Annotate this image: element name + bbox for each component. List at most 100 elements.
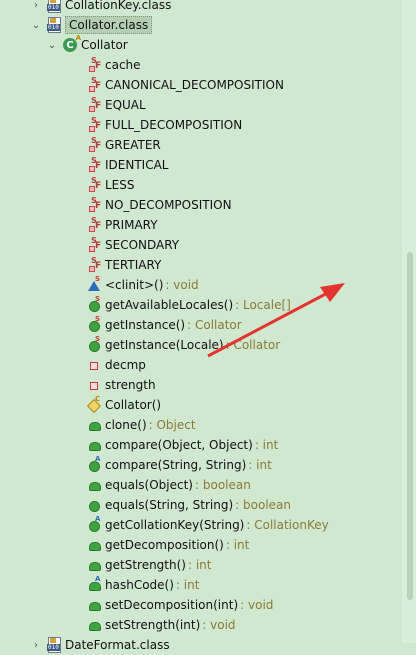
tree-node-collator-type[interactable]: ⌄ CA Collator	[0, 34, 402, 55]
tree-node-member[interactable]: getStrength(): int	[0, 555, 402, 575]
protected-method-icon	[86, 557, 102, 573]
member-name: Collator()	[105, 398, 162, 412]
tree-node-field[interactable]: S F LESS	[0, 175, 402, 195]
tree-node-member[interactable]: AhashCode(): int	[0, 575, 402, 595]
member-type: : Collator	[225, 338, 281, 352]
protected-method-icon	[86, 597, 102, 613]
static-final-field-icon: SF	[89, 256, 102, 272]
member-type: : int	[248, 458, 272, 472]
node-label: IDENTICAL	[105, 158, 169, 172]
static-final-field-icon: SF	[89, 236, 102, 252]
tree-node-member[interactable]: setDecomposition(int): void	[0, 595, 402, 615]
tree-node-member[interactable]: S <clinit>(): void	[0, 275, 402, 295]
member-name: equals(Object)	[105, 478, 193, 492]
member-name: <clinit>()	[105, 278, 164, 292]
member-name: getDecomposition()	[105, 538, 224, 552]
member-type: : CollationKey	[246, 518, 329, 532]
tree-node-field[interactable]: S Fcache	[0, 55, 402, 75]
outline-tree: › 010 CollationKey.class ⌄ 010 Collator.…	[0, 0, 402, 655]
node-label: CollationKey.class	[65, 0, 172, 12]
vertical-scrollbar[interactable]	[402, 0, 416, 643]
private-field-icon	[86, 357, 102, 373]
member-name: setStrength(int)	[105, 618, 201, 632]
node-label: cache	[105, 58, 141, 72]
node-label: CANONICAL_DECOMPOSITION	[105, 78, 284, 92]
tree-node-field[interactable]: S F SECONDARY	[0, 235, 402, 255]
member-type: : void	[202, 618, 236, 632]
member-type: : Object	[148, 418, 196, 432]
tree-node-member[interactable]: decmp	[0, 355, 402, 375]
static-final-field-icon: SF	[89, 96, 102, 112]
tree-node-member[interactable]: SgetAvailableLocales(): Locale[]	[0, 295, 402, 315]
tree-node-member[interactable]: SgetInstance(Locale): Collator	[0, 335, 402, 355]
abstract-method-icon: A	[86, 575, 102, 593]
static-initializer-icon: S	[86, 275, 102, 293]
tree-node-member[interactable]: Acompare(String, String): int	[0, 455, 402, 475]
protected-method-icon	[86, 537, 102, 553]
node-label: GREATER	[105, 138, 161, 152]
tree-node-collationkey-class[interactable]: › 010 CollationKey.class	[0, 0, 402, 15]
chevron-down-icon[interactable]: ⌄	[46, 39, 58, 51]
member-name: getStrength()	[105, 558, 186, 572]
tree-node-member[interactable]: equals(Object): boolean	[0, 475, 402, 495]
tree-node-member[interactable]: getDecomposition(): int	[0, 535, 402, 555]
tree-node-member[interactable]: clone(): Object	[0, 415, 402, 435]
protected-method-icon	[86, 477, 102, 493]
tree-node-field[interactable]: S F IDENTICAL	[0, 155, 402, 175]
node-label: DateFormat.class	[65, 638, 170, 652]
class-file-icon: 010	[46, 0, 62, 13]
chevron-right-icon[interactable]: ›	[30, 0, 42, 11]
member-name: strength	[105, 378, 156, 392]
node-label: TERTIARY	[105, 258, 162, 272]
tree-node-member[interactable]: SgetInstance(): Collator	[0, 315, 402, 335]
scrollbar-thumb[interactable]	[407, 252, 413, 600]
static-final-field-icon: SF	[89, 56, 102, 72]
tree-node-collator-class[interactable]: ⌄ 010 Collator.class	[0, 15, 402, 35]
class-file-icon: 010	[46, 17, 62, 33]
member-name: getCollationKey(String)	[105, 518, 245, 532]
member-name: getInstance(Locale)	[105, 338, 224, 352]
static-final-field-icon: SF	[89, 116, 102, 132]
protected-method-icon	[86, 437, 102, 453]
protected-method-icon	[86, 617, 102, 633]
tree-node-member[interactable]: compare(Object, Object): int	[0, 435, 402, 455]
member-name: getInstance()	[105, 318, 186, 332]
static-method-icon: S	[86, 335, 102, 353]
member-name: compare(String, String)	[105, 458, 247, 472]
member-name: getAvailableLocales()	[105, 298, 234, 312]
tree-node-dateformat-class[interactable]: › 010 DateFormat.class	[0, 635, 402, 655]
protected-method-icon	[86, 417, 102, 433]
static-final-field-icon: SF	[89, 216, 102, 232]
static-final-field-icon: SF	[89, 156, 102, 172]
node-label: PRIMARY	[105, 218, 158, 232]
member-name: equals(String, String)	[105, 498, 234, 512]
private-field-icon	[86, 377, 102, 393]
member-type: : int	[225, 538, 250, 552]
static-method-icon: S	[86, 315, 102, 333]
tree-node-member[interactable]: setStrength(int): void	[0, 615, 402, 635]
static-final-field-icon: SF	[89, 176, 102, 192]
tree-node-field[interactable]: S F NO_DECOMPOSITION	[0, 195, 402, 215]
member-type: : void	[240, 598, 274, 612]
tree-node-field[interactable]: S F PRIMARY	[0, 215, 402, 235]
tree-node-member[interactable]: C Collator()	[0, 395, 402, 415]
tree-node-field[interactable]: S F EQUAL	[0, 95, 402, 115]
tree-node-field[interactable]: S F FULL_DECOMPOSITION	[0, 115, 402, 135]
chevron-down-icon[interactable]: ⌄	[30, 19, 42, 31]
member-type: : Locale[]	[235, 298, 291, 312]
tree-node-field[interactable]: S F TERTIARY	[0, 255, 402, 275]
abstract-method-icon: A	[86, 515, 102, 533]
tree-node-field[interactable]: S F CANONICAL_DECOMPOSITION	[0, 75, 402, 95]
tree-node-member[interactable]: AgetCollationKey(String): CollationKey	[0, 515, 402, 535]
node-label: Collator	[81, 38, 128, 52]
member-name: setDecomposition(int)	[105, 598, 239, 612]
tree-node-field[interactable]: S F GREATER	[0, 135, 402, 155]
tree-node-member[interactable]: strength	[0, 375, 402, 395]
chevron-right-icon[interactable]: ›	[30, 639, 42, 651]
node-label: NO_DECOMPOSITION	[105, 198, 232, 212]
member-name: decmp	[105, 358, 146, 372]
node-label: SECONDARY	[105, 238, 180, 252]
constructor-icon: C	[86, 395, 102, 414]
tree-node-member[interactable]: equals(String, String): boolean	[0, 495, 402, 515]
node-label: Collator.class	[65, 16, 153, 34]
